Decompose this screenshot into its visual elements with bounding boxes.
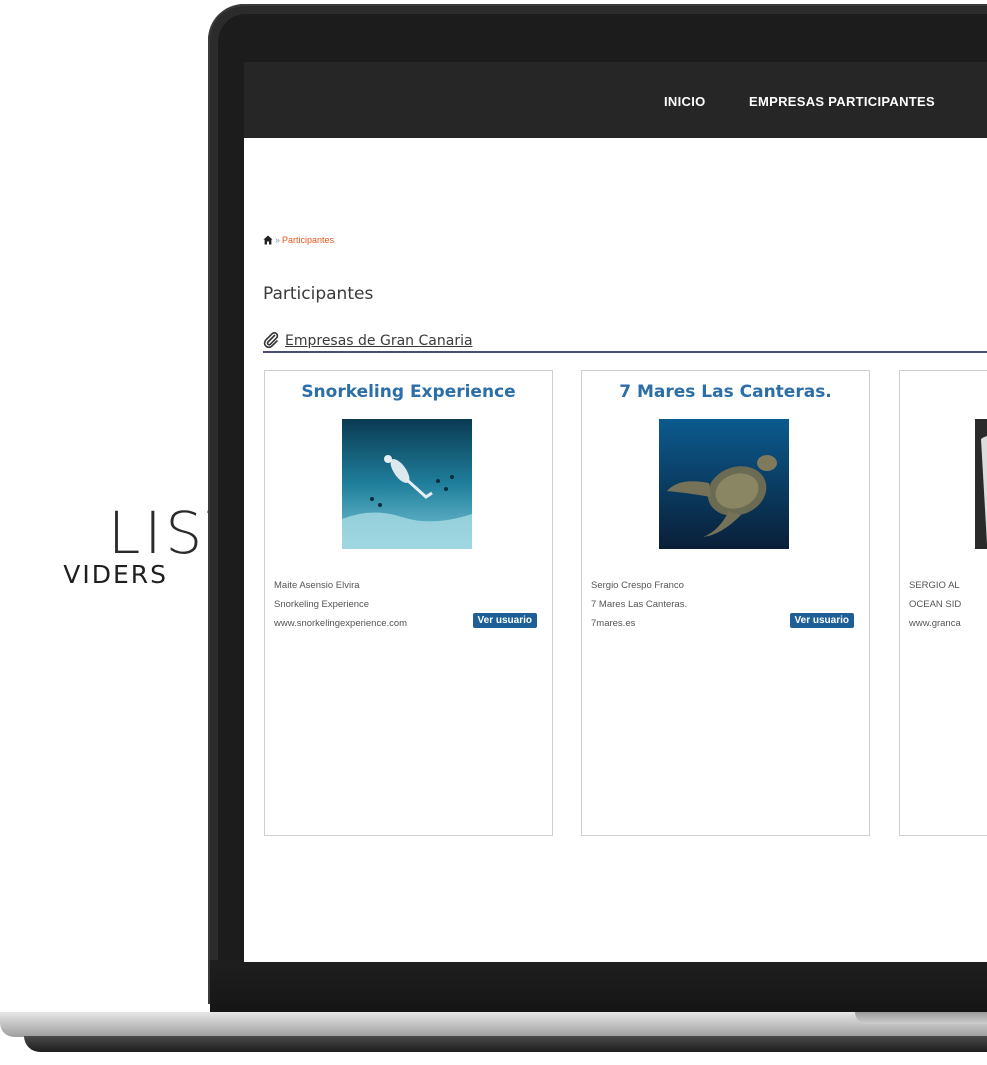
laptop-bezel — [210, 960, 987, 1012]
company-website[interactable]: www.snorkelingexperience.com — [274, 614, 407, 633]
company-card: C SERGIO AL OCEAN SID www.granca — [899, 370, 987, 836]
site-navbar: INICIO EMPRESAS PARTICIPANTES — [244, 62, 987, 138]
company-image-snorkeling[interactable] — [342, 419, 472, 549]
home-icon[interactable] — [263, 235, 273, 245]
company-name[interactable]: 7 Mares Las Canteras. — [582, 382, 869, 402]
company-label: Snorkeling Experience — [274, 599, 370, 610]
contact-name: Sergio Crespo Franco — [591, 580, 684, 591]
company-card: Snorkeling Experience Maite Asensio Elvi… — [264, 370, 553, 836]
browser-screen: INICIO EMPRESAS PARTICIPANTES » Particip… — [244, 62, 987, 962]
company-card: 7 Mares Las Canteras. Sergio Crespo Fran… — [581, 370, 870, 836]
breadcrumb-current[interactable]: Participantes — [282, 235, 334, 245]
laptop-base-shadow — [24, 1036, 987, 1052]
page-title: Participantes — [263, 284, 374, 304]
company-image-turtle[interactable] — [659, 419, 789, 549]
breadcrumb: » Participantes — [263, 235, 334, 245]
view-user-button[interactable]: Ver usuario — [789, 613, 854, 628]
nav-item-inicio[interactable]: INICIO — [664, 94, 706, 109]
company-info: Maite Asensio Elvira Snorkeling Experien… — [274, 576, 407, 633]
company-website[interactable]: www.granca — [909, 614, 961, 633]
section-title: Empresas de Gran Canaria — [285, 333, 473, 349]
company-info: SERGIO AL OCEAN SID www.granca — [909, 576, 961, 633]
breadcrumb-separator: » — [275, 235, 281, 245]
company-label: 7 Mares Las Canteras. — [591, 599, 688, 610]
contact-name: Maite Asensio Elvira — [274, 580, 360, 591]
company-info: Sergio Crespo Franco 7 Mares Las Cantera… — [591, 576, 687, 633]
paperclip-icon — [263, 332, 279, 348]
section-header: Empresas de Gran Canaria — [263, 331, 987, 353]
contact-name: SERGIO AL — [909, 580, 960, 591]
promo-subheading: VIDERS — [63, 560, 168, 589]
laptop-notch — [855, 1012, 987, 1024]
company-website[interactable]: 7mares.es — [591, 614, 687, 633]
view-user-button[interactable]: Ver usuario — [472, 613, 537, 628]
company-name[interactable]: Snorkeling Experience — [265, 382, 552, 402]
nav-item-empresas-participantes[interactable]: EMPRESAS PARTICIPANTES — [749, 94, 935, 109]
company-label: OCEAN SID — [909, 599, 962, 610]
laptop-base — [0, 1012, 987, 1037]
company-image-partial[interactable] — [975, 419, 987, 549]
